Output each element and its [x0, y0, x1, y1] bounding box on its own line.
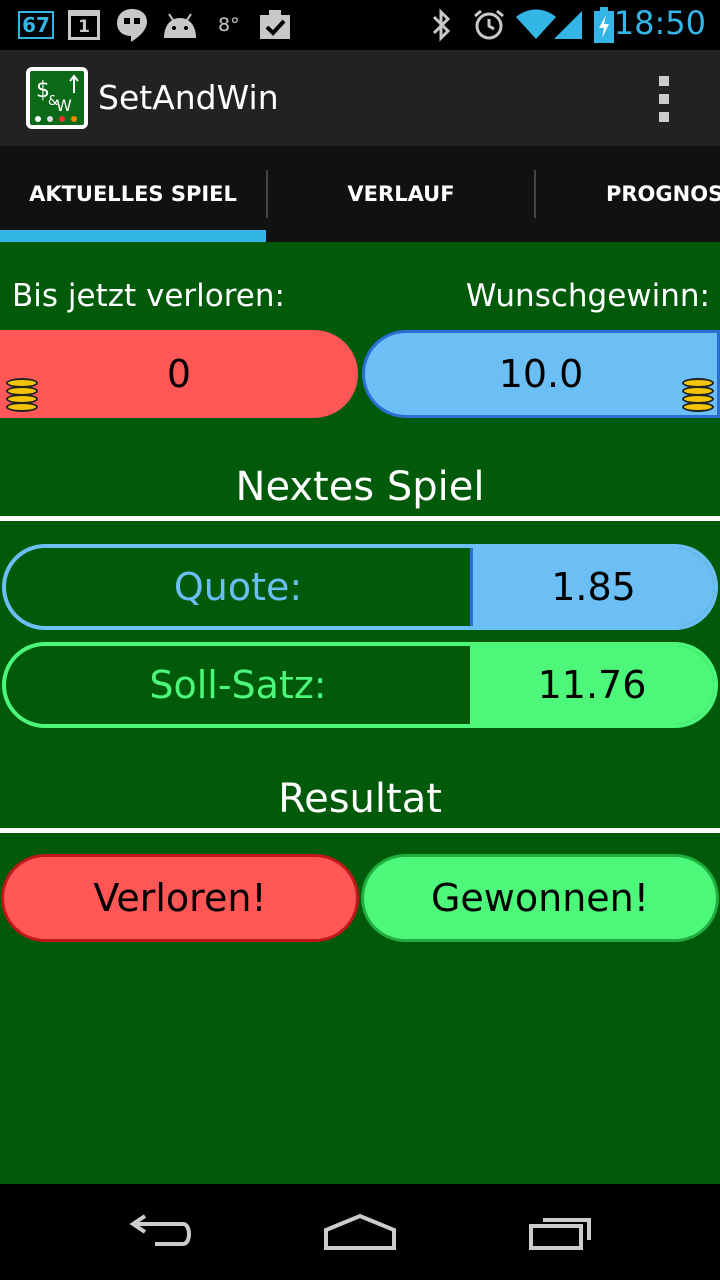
divider [0, 516, 720, 521]
quote-field[interactable]: 1.85 [470, 548, 714, 626]
android-icon [160, 8, 200, 42]
navigation-bar [0, 1184, 720, 1280]
overflow-menu-icon[interactable] [652, 76, 676, 122]
desired-win-field[interactable]: 10.0 [362, 330, 720, 418]
stake-value: 11.76 [470, 646, 714, 724]
quote-label: Quote: [173, 565, 303, 609]
tab-verlauf[interactable]: VERLAUF [268, 146, 534, 242]
recent-apps-icon[interactable] [510, 1202, 610, 1262]
notification-count-icon: 67 [18, 11, 54, 39]
app-logo-icon[interactable]: $ & W [26, 67, 88, 129]
stake-row: Soll-Satz: 11.76 [2, 642, 718, 728]
won-button[interactable]: Gewonnen! [361, 854, 719, 942]
coins-icon [6, 374, 38, 414]
weather-icon: 8° [218, 14, 240, 36]
battery-charging-icon [592, 7, 616, 43]
coins-icon [682, 374, 714, 414]
lost-button[interactable]: Verloren! [1, 854, 359, 942]
back-icon[interactable] [110, 1202, 210, 1262]
bluetooth-icon [428, 8, 454, 42]
lost-so-far-label: Bis jetzt verloren: [12, 278, 285, 314]
status-bar: 67 1 8° 18:50 [0, 0, 720, 50]
wifi-icon [516, 8, 556, 42]
app-title: SetAndWin [98, 78, 279, 117]
action-bar: $ & W SetAndWin [0, 50, 720, 146]
next-game-title: Nextes Spiel [235, 464, 485, 510]
clock: 18:50 [613, 4, 706, 42]
result-title: Resultat [278, 776, 442, 822]
tab-aktuelles-spiel[interactable]: AKTUELLES SPIEL [0, 146, 266, 242]
svg-text:W: W [56, 96, 72, 115]
stake-label: Soll-Satz: [149, 663, 327, 707]
home-icon[interactable] [310, 1202, 410, 1262]
clipboard-check-icon [258, 8, 292, 42]
current-game-panel: Bis jetzt verloren: Wunschgewinn: 0 10.0… [0, 242, 720, 1184]
alarm-icon [472, 8, 506, 42]
tab-bar: AKTUELLES SPIEL VERLAUF PROGNOS [0, 146, 720, 242]
calendar-icon: 1 [68, 10, 100, 40]
lost-so-far-value: 0 [166, 352, 192, 396]
tab-indicator [0, 230, 266, 242]
divider [0, 828, 720, 833]
desired-win-label: Wunschgewinn: [465, 278, 710, 314]
quote-row: Quote: 1.85 [2, 544, 718, 630]
hangouts-icon [114, 8, 150, 42]
signal-icon [552, 8, 584, 42]
desired-win-value: 10.0 [498, 352, 584, 396]
tab-prognose[interactable]: PROGNOS [536, 146, 720, 242]
lost-so-far-field[interactable]: 0 [0, 330, 358, 418]
